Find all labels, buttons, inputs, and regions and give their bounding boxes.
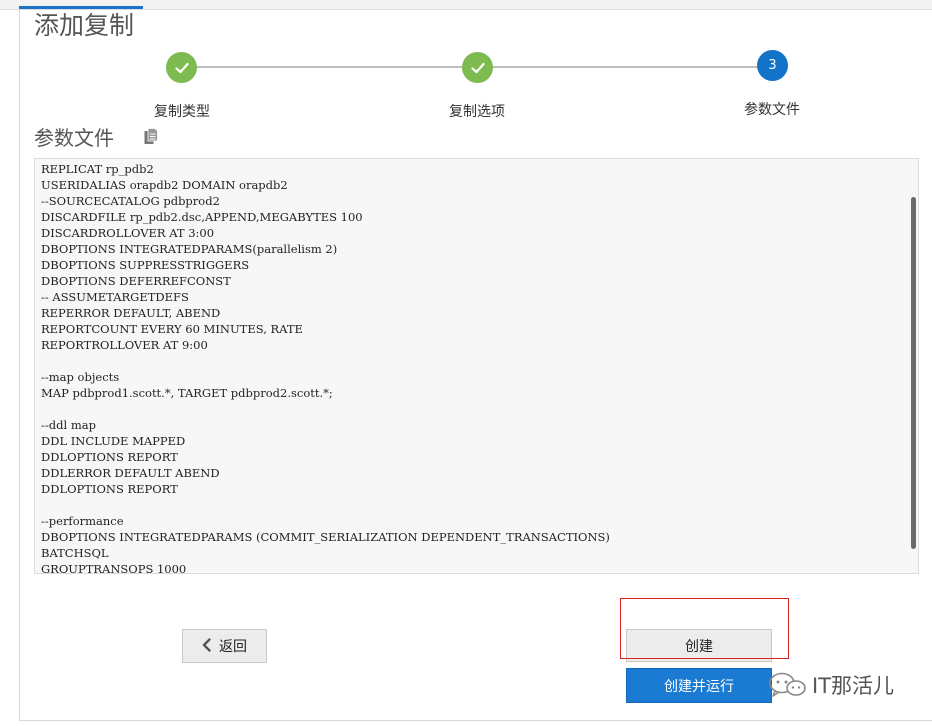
param-line: BATCHSQL xyxy=(41,546,109,560)
param-line: --map objects xyxy=(41,370,120,384)
param-line: DISCARDFILE rp_pdb2.dsc,APPEND,MEGABYTES… xyxy=(41,210,363,224)
step-1-check-icon[interactable] xyxy=(166,52,197,83)
step-2-check-icon[interactable] xyxy=(462,52,493,83)
param-line: --performance xyxy=(41,514,124,528)
section-title: 参数文件 xyxy=(34,126,114,150)
step-label-parameter-file: 参数文件 xyxy=(744,102,800,118)
param-line: REPLICAT rp_pdb2 xyxy=(41,162,154,176)
param-line: DBOPTIONS SUPPRESSTRIGGERS xyxy=(41,258,250,272)
param-line: --SOURCECATALOG pdbprod2 xyxy=(41,194,220,208)
param-line: DDLOPTIONS REPORT xyxy=(41,482,178,496)
step-label-replication-options: 复制选项 xyxy=(449,104,505,120)
create-and-run-button[interactable]: 创建并运行 xyxy=(626,668,772,703)
param-line: MAP pdbprod1.scott.*, TARGET pdbprod2.sc… xyxy=(41,386,333,400)
step-label-replication-type: 复制类型 xyxy=(154,104,210,120)
back-button-label: 返回 xyxy=(219,639,247,655)
param-line: DDLERROR DEFAULT ABEND xyxy=(41,466,220,480)
step-3-indicator[interactable]: 3 xyxy=(757,50,788,81)
highlight-annotation-box xyxy=(620,598,789,659)
page-title: 添加复制 xyxy=(34,11,135,40)
param-line: --ddl map xyxy=(41,418,96,432)
back-button[interactable]: 返回 xyxy=(182,629,267,663)
param-line: DBOPTIONS INTEGRATEDPARAMS (COMMIT_SERIA… xyxy=(41,530,610,544)
param-line: DBOPTIONS DEFERREFCONST xyxy=(41,274,231,288)
param-line: DISCARDROLLOVER AT 3:00 xyxy=(41,226,215,240)
param-line: DBOPTIONS INTEGRATEDPARAMS(parallelism 2… xyxy=(41,242,338,256)
parameter-file-content[interactable]: REPLICAT rp_pdb2 USERIDALIAS orapdb2 DOM… xyxy=(35,159,918,574)
param-line: GROUPTRANSOPS 1000 xyxy=(41,562,187,574)
wizard-connector-2 xyxy=(493,66,757,68)
param-line: REPORTCOUNT EVERY 60 MINUTES, RATE xyxy=(41,322,303,336)
param-line: REPERROR DEFAULT, ABEND xyxy=(41,306,221,320)
copy-icon[interactable] xyxy=(144,128,158,145)
param-line: -- ASSUMETARGETDEFS xyxy=(41,290,189,304)
param-line: REPORTROLLOVER AT 9:00 xyxy=(41,338,208,352)
editor-scrollbar[interactable] xyxy=(911,197,916,549)
create-and-run-button-label: 创建并运行 xyxy=(664,678,734,695)
chevron-left-icon xyxy=(202,637,211,656)
watermark-text: IT那活儿 xyxy=(812,674,895,698)
watermark: IT那活儿 xyxy=(768,670,894,700)
parameter-file-editor[interactable]: REPLICAT rp_pdb2 USERIDALIAS orapdb2 DOM… xyxy=(34,158,919,574)
param-line: DDL INCLUDE MAPPED xyxy=(41,434,186,448)
wechat-icon xyxy=(769,672,806,697)
wizard-connector-1 xyxy=(197,66,462,68)
param-line: DDLOPTIONS REPORT xyxy=(41,450,178,464)
param-line: USERIDALIAS orapdb2 DOMAIN orapdb2 xyxy=(41,178,288,192)
step-3-number: 3 xyxy=(768,58,777,73)
